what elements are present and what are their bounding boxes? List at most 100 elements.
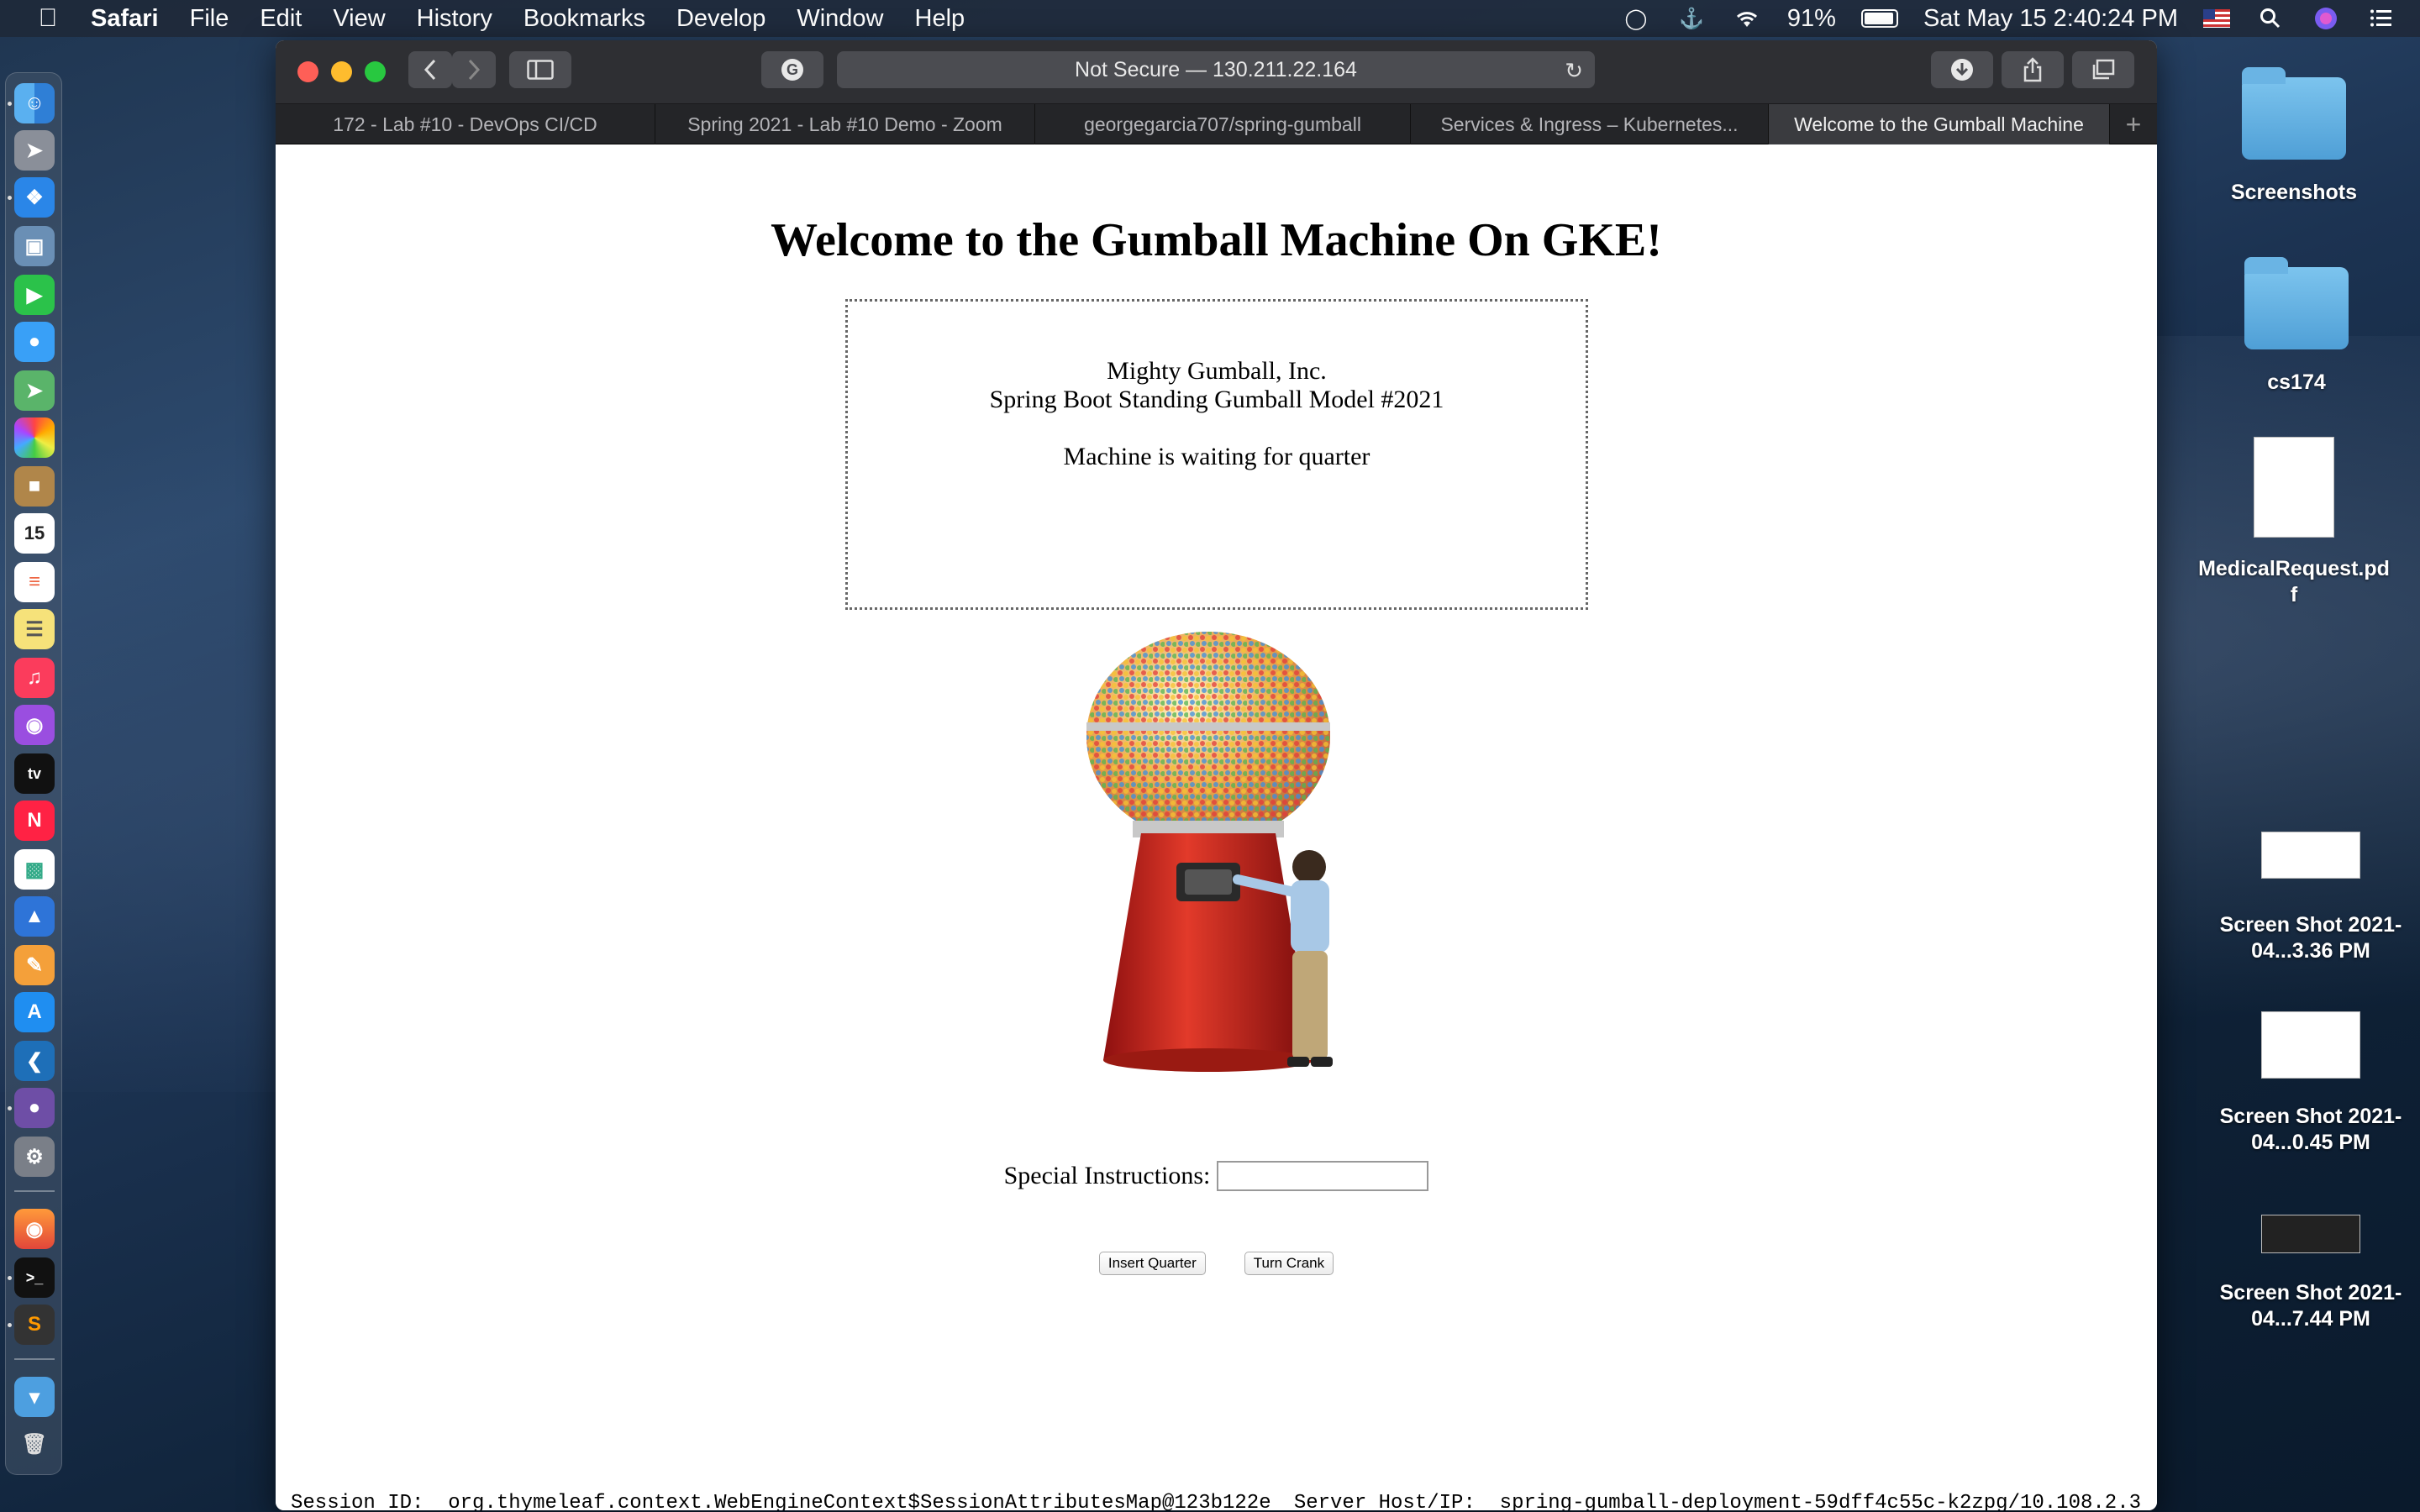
reminders-icon[interactable]: ≡	[14, 562, 55, 602]
tab-github-repo[interactable]: georgegarcia707/spring-gumball	[1035, 104, 1411, 144]
calendar-icon[interactable]: 15	[14, 513, 55, 554]
share-button[interactable]	[2002, 51, 2064, 88]
apple-menu-icon[interactable]: 	[34, 4, 62, 33]
safari-window: G Not Secure — 130.211.22.164 ↻ 172 - La…	[276, 40, 2157, 1510]
sidebar-toggle-button[interactable]	[509, 51, 571, 88]
news-icon[interactable]: N	[14, 801, 55, 841]
podcasts-icon[interactable]: ◉	[14, 705, 55, 745]
menu-view[interactable]: View	[333, 5, 385, 33]
menu-app-name[interactable]: Safari	[91, 5, 159, 33]
close-window-button[interactable]	[297, 61, 318, 82]
preview-icon[interactable]: ▣	[14, 226, 55, 266]
desktop-screenshot-3[interactable]: Screen Shot 2021-04...7.44 PM	[2210, 1215, 2412, 1332]
machine-model: Spring Boot Standing Gumball Model #2021	[989, 386, 1444, 413]
downloads-button[interactable]	[1931, 51, 1993, 88]
firefox-icon[interactable]: ◉	[14, 1209, 55, 1249]
desktop-screenshot-1[interactable]: Screen Shot 2021-04...3.36 PM	[2210, 832, 2412, 964]
github-desktop-icon[interactable]: ●	[14, 1088, 55, 1128]
server-info: Server Host/IP: spring-gumball-deploymen…	[1294, 1492, 2141, 1510]
tab-overview-button[interactable]	[2072, 51, 2134, 88]
vscode-icon[interactable]: ❮	[14, 1041, 55, 1081]
photos-icon[interactable]	[14, 417, 55, 458]
folder-icon	[2242, 67, 2346, 160]
tab-gumball-machine[interactable]: Welcome to the Gumball Machine	[1769, 104, 2110, 144]
special-instructions-label: Special Instructions:	[1003, 1162, 1211, 1189]
menu-bookmarks[interactable]: Bookmarks	[523, 5, 645, 33]
tab-kubernetes-docs[interactable]: Services & Ingress – Kubernetes...	[1411, 104, 1769, 144]
docker-icon[interactable]: ⚓	[1676, 7, 1707, 30]
address-bar[interactable]: Not Secure — 130.211.22.164 ↻	[837, 51, 1595, 88]
running-indicator	[8, 196, 12, 200]
menu-help[interactable]: Help	[915, 5, 965, 33]
grammarly-icon: G	[781, 59, 803, 81]
desktop-item-label: Screen Shot 2021-04...3.36 PM	[2219, 913, 2402, 963]
menu-edit[interactable]: Edit	[260, 5, 302, 33]
safari-icon[interactable]: ❖	[14, 177, 55, 218]
menu-develop[interactable]: Develop	[676, 5, 765, 33]
forward-button[interactable]	[452, 51, 496, 88]
notes-icon[interactable]: ☰	[14, 609, 55, 649]
messages-icon[interactable]: ●	[14, 322, 55, 362]
keynote-icon[interactable]: ▲	[14, 896, 55, 937]
maps-icon[interactable]: ➤	[14, 370, 55, 411]
contacts-icon[interactable]: ■	[14, 466, 55, 507]
desktop-file-medicalrequest[interactable]: MedicalRequest.pdf	[2193, 437, 2395, 608]
download-icon	[1951, 59, 1973, 81]
downloads-folder-icon[interactable]: ▾	[14, 1377, 55, 1417]
special-instructions-input[interactable]	[1217, 1161, 1429, 1191]
menu-clock[interactable]: Sat May 15 2:40:24 PM	[1923, 5, 2178, 33]
screenshot-thumbnail-icon	[2261, 1011, 2360, 1079]
siri-icon[interactable]	[2311, 7, 2341, 30]
running-indicator	[8, 1323, 12, 1327]
screenshot-thumbnail-icon	[2261, 1215, 2360, 1253]
numbers-icon[interactable]: ▩	[14, 849, 55, 890]
desktop-folder-cs174[interactable]: cs174	[2196, 257, 2397, 396]
launchpad-icon[interactable]: ➤	[14, 130, 55, 171]
sublime-text-icon[interactable]: S	[14, 1305, 55, 1345]
apple-tv-icon[interactable]: tv	[14, 753, 55, 794]
menu-history[interactable]: History	[417, 5, 492, 33]
desktop-screenshot-2[interactable]: Screen Shot 2021-04...0.45 PM	[2210, 1011, 2412, 1156]
turn-crank-button[interactable]: Turn Crank	[1244, 1252, 1334, 1275]
tab-title: Welcome to the Gumball Machine	[1794, 113, 2084, 135]
tab-devops-lab[interactable]: 172 - Lab #10 - DevOps CI/CD	[276, 104, 655, 144]
dock: ☺ ➤ ❖ ▣ ▶ ● ➤ ■ 15 ≡ ☰ ♫ ◉ tv N ▩ ▲ ✎ A …	[5, 72, 62, 1475]
menu-window[interactable]: Window	[797, 5, 883, 33]
battery-percent: 91%	[1786, 4, 1836, 32]
pages-icon[interactable]: ✎	[14, 945, 55, 985]
gumball-machine-image	[1086, 632, 1333, 1072]
calendar-day: 15	[24, 522, 45, 543]
reload-icon[interactable]: ↻	[1565, 58, 1583, 84]
tabs-icon	[2092, 59, 2115, 80]
insert-quarter-button[interactable]: Insert Quarter	[1098, 1252, 1206, 1275]
terminal-icon[interactable]: >_	[14, 1257, 55, 1298]
back-button[interactable]	[408, 51, 452, 88]
tab-zoom-demo[interactable]: Spring 2021 - Lab #10 Demo - Zoom	[655, 104, 1035, 144]
web-page: Welcome to the Gumball Machine On GKE! M…	[276, 144, 2157, 1510]
minimize-window-button[interactable]	[331, 61, 352, 82]
grammarly-extension-button[interactable]: G	[761, 51, 823, 88]
notification-center-icon[interactable]	[2366, 7, 2396, 30]
app-store-icon[interactable]: A	[14, 992, 55, 1032]
finder-icon[interactable]: ☺	[14, 83, 55, 123]
server-host-label: Server Host/IP:	[1293, 1492, 1476, 1510]
wifi-icon[interactable]	[1732, 7, 1762, 30]
address-text: Not Secure — 130.211.22.164	[1075, 57, 1357, 81]
machine-status-box: Mighty Gumball, Inc. Spring Boot Standin…	[845, 299, 1588, 610]
title-bar: G Not Secure — 130.211.22.164 ↻	[276, 40, 2157, 104]
spotlight-search-icon[interactable]	[2255, 7, 2286, 30]
music-icon[interactable]: ♫	[14, 658, 55, 698]
zoom-window-button[interactable]	[365, 61, 386, 82]
battery-icon[interactable]	[1860, 9, 1898, 28]
input-source-flag-icon[interactable]	[2203, 9, 2230, 28]
facetime-icon[interactable]: ▶	[14, 275, 55, 315]
desktop-item-label: cs174	[2267, 370, 2326, 394]
creative-cloud-icon[interactable]: ◯	[1621, 7, 1651, 30]
menu-file[interactable]: File	[190, 5, 229, 33]
action-buttons: Insert Quarter Turn Crank	[276, 1252, 2157, 1275]
desktop-folder-screenshots[interactable]: Screenshots	[2193, 67, 2395, 206]
special-instructions-row: Special Instructions:	[276, 1161, 2157, 1191]
system-preferences-icon[interactable]: ⚙	[14, 1137, 55, 1177]
new-tab-button[interactable]: +	[2110, 104, 2157, 144]
trash-icon[interactable]: 🗑	[14, 1424, 55, 1464]
